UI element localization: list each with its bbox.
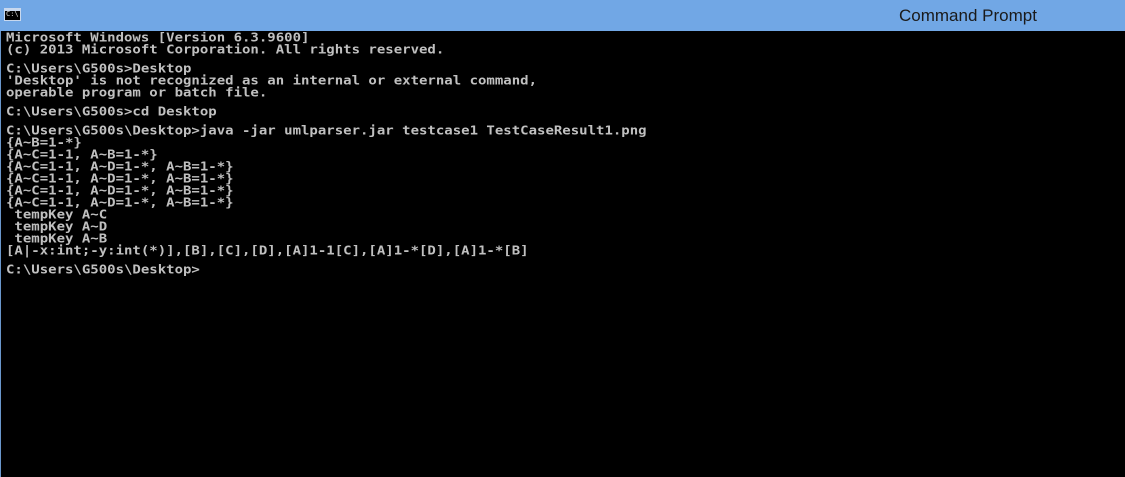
console-line: C:\Users\G500s\Desktop> xyxy=(6,263,200,277)
console-line: {A~C=1-1, A~D=1-*, A~B=1-*} xyxy=(6,160,234,174)
console-line: {A~B=1-*} xyxy=(6,136,82,150)
console-line: operable program or batch file. xyxy=(6,86,268,100)
console-line: {A~C=1-1, A~B=1-*} xyxy=(6,148,158,162)
cmd-app-icon[interactable]: C:\ xyxy=(4,8,21,21)
console-line: [A|-x:int;-y:int(*)],[B],[C],[D],[A]1-1[… xyxy=(6,244,529,258)
window-border xyxy=(0,31,1,477)
console-line: C:\Users\G500s\Desktop>java -jar umlpars… xyxy=(6,124,647,138)
console-line: tempKey A~B xyxy=(6,232,108,246)
console-line: {A~C=1-1, A~D=1-*, A~B=1-*} xyxy=(6,172,234,186)
console-line: 'Desktop' is not recognized as an intern… xyxy=(6,74,538,88)
window-title: Command Prompt xyxy=(899,6,1037,25)
console-line: (c) 2013 Microsoft Corporation. All righ… xyxy=(6,43,445,57)
console-output[interactable]: Microsoft Windows [Version 6.3.9600] (c) … xyxy=(6,32,1121,477)
console-line: C:\Users\G500s>Desktop xyxy=(6,62,192,76)
console-line: {A~C=1-1, A~D=1-*, A~B=1-*} xyxy=(6,184,234,198)
command-prompt-window: C:\ Command Prompt Microsoft Windows [Ve… xyxy=(0,0,1125,477)
console-line: {A~C=1-1, A~D=1-*, A~B=1-*} xyxy=(6,196,234,210)
console-line: tempKey A~D xyxy=(6,220,108,234)
console-line: tempKey A~C xyxy=(6,208,108,222)
console-line: C:\Users\G500s>cd Desktop xyxy=(6,105,217,119)
title-bar[interactable]: C:\ Command Prompt xyxy=(0,0,1125,31)
console-line: Microsoft Windows [Version 6.3.9600] xyxy=(6,32,310,45)
